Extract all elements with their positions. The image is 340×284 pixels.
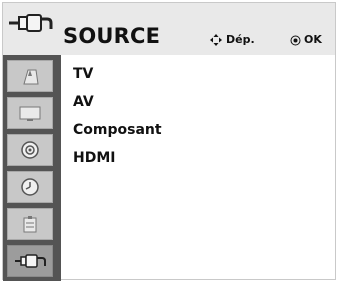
page-title: SOURCE	[63, 24, 161, 48]
sidebar-item-time[interactable]	[7, 171, 53, 203]
sidebar-item-audio[interactable]	[7, 134, 53, 166]
source-item-component[interactable]: Composant	[73, 121, 162, 149]
osd-menu: SOURCE Dép. OK TV AV Composant HDMI	[2, 2, 336, 281]
ok-hint: OK	[290, 33, 322, 46]
source-item-av[interactable]: AV	[73, 93, 162, 121]
ok-hint-label: OK	[304, 33, 322, 46]
source-item-hdmi[interactable]: HDMI	[73, 149, 162, 177]
navigation-arrows-icon	[210, 34, 222, 46]
source-item-tv[interactable]: TV	[73, 65, 162, 93]
picture-icon	[23, 69, 39, 85]
sidebar-item-picture[interactable]	[7, 60, 53, 92]
audio-icon	[21, 141, 39, 159]
source-list: TV AV Composant HDMI	[73, 65, 162, 177]
screen-icon	[19, 106, 41, 121]
option-icon	[23, 216, 37, 233]
move-hint-label: Dép.	[226, 33, 255, 46]
sidebar-item-screen[interactable]	[7, 97, 53, 129]
clock-icon	[21, 178, 39, 196]
sidebar-item-source[interactable]	[7, 245, 53, 277]
ok-button-icon	[290, 35, 301, 45]
sidebar-item-option[interactable]	[7, 208, 53, 240]
menu-sidebar	[3, 55, 61, 281]
move-hint: Dép.	[209, 33, 255, 47]
source-connector-icon	[15, 254, 46, 268]
menu-header: SOURCE Dép. OK	[3, 3, 335, 55]
source-connector-icon	[9, 14, 53, 32]
